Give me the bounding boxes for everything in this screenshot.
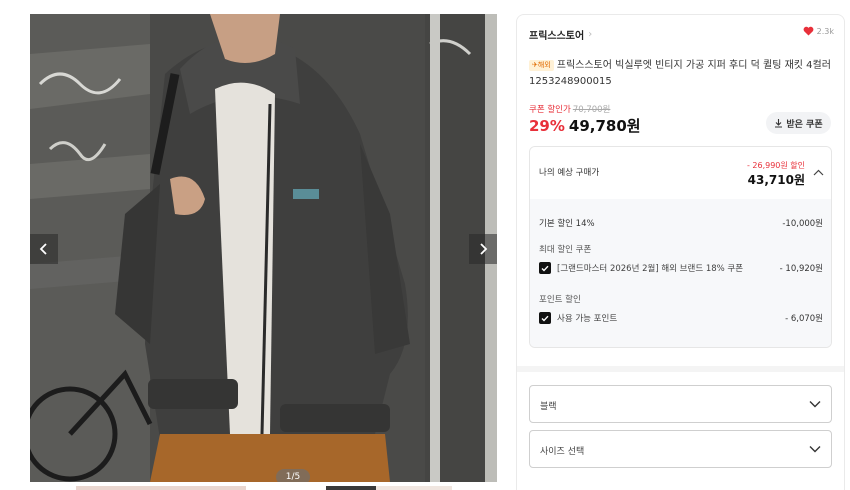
estimated-discount: - 26,990원 할인: [746, 161, 805, 170]
base-discount-label: 기본 할인 14%: [539, 219, 595, 229]
discount-percent: 29%: [529, 117, 565, 135]
download-icon: [775, 119, 783, 128]
product-image-gallery[interactable]: 1/5: [30, 14, 497, 482]
chevron-down-icon: [809, 401, 821, 408]
size-select-value: 사이즈 선택: [540, 447, 585, 457]
coupon-price-label: 쿠폰 할인가 70,700원: [529, 103, 610, 115]
chevron-left-icon: [39, 243, 47, 255]
estimated-price: 43,710원: [747, 173, 805, 187]
base-discount-row: 기본 할인 14% -10,000원: [539, 217, 823, 229]
color-select[interactable]: 블랙: [529, 385, 832, 423]
image-counter: 1/5: [276, 469, 310, 482]
point-section-label: 포인트 할인: [539, 295, 581, 305]
like-count: 2.3k: [816, 26, 834, 36]
overseas-badge: ✈해외: [529, 60, 554, 71]
point-row: 사용 가능 포인트 - 6,070원: [539, 311, 823, 325]
product-title-text: 프릭스스토어 빅실루엣 빈티지 가공 지퍼 후디 덕 퀼팅 재킷 4컬러 125…: [529, 60, 831, 87]
chevron-down-icon: [809, 446, 821, 453]
thumbnail[interactable]: [246, 486, 326, 490]
coupon-name: [그랜드마스터 2026년 2월] 해외 브랜드 18% 쿠폰: [557, 264, 744, 274]
section-divider: [517, 366, 844, 372]
coupon-amount: - 10,920원: [779, 264, 823, 274]
product-photo: [30, 14, 497, 482]
color-select-value: 블랙: [540, 402, 557, 412]
thumbnail[interactable]: [326, 486, 376, 490]
point-checkbox[interactable]: [539, 312, 551, 324]
coupon-checkbox[interactable]: [539, 262, 551, 274]
estimated-price-toggle[interactable]: 나의 예상 구매가 - 26,990원 할인 43,710원: [530, 147, 831, 199]
check-icon: [541, 265, 549, 272]
sale-price: 29% 49,780원: [529, 115, 641, 136]
chevron-right-icon: [480, 243, 488, 255]
product-info-panel: 프릭스스토어 › 2.3k ✈해외 프릭스스토어 빅실루엣 빈티지 가공 지퍼 후…: [516, 14, 845, 490]
sale-price-value: 49,780원: [568, 117, 641, 135]
chevron-up-icon: [813, 169, 824, 176]
store-link[interactable]: 프릭스스토어 › 2.3k: [529, 25, 834, 43]
discount-breakdown: 기본 할인 14% -10,000원 최대 할인 쿠폰 [그랜드마스터 2026…: [530, 199, 831, 347]
coupon-row: [그랜드마스터 2026년 2월] 해외 브랜드 18% 쿠폰 - 10,920…: [539, 261, 823, 275]
point-amount: - 6,070원: [785, 314, 823, 324]
coupon-price-caption: 쿠폰 할인가: [529, 105, 571, 115]
next-image-button[interactable]: [469, 234, 497, 264]
check-icon: [541, 315, 549, 322]
chevron-right-icon: ›: [588, 28, 593, 40]
heart-icon: [803, 26, 814, 36]
original-price: 70,700원: [572, 105, 611, 115]
store-name[interactable]: 프릭스스토어: [529, 27, 584, 42]
like-button[interactable]: 2.3k: [803, 26, 834, 36]
estimated-price-label: 나의 예상 구매가: [539, 168, 600, 178]
estimated-price-box: 나의 예상 구매가 - 26,990원 할인 43,710원 기본 할인 14%…: [529, 146, 832, 348]
prev-image-button[interactable]: [30, 234, 58, 264]
size-select[interactable]: 사이즈 선택: [529, 430, 832, 468]
point-name: 사용 가능 포인트: [557, 314, 618, 324]
received-coupon-label: 받은 쿠폰: [786, 119, 823, 130]
received-coupon-button[interactable]: 받은 쿠폰: [766, 112, 831, 134]
thumbnail[interactable]: [376, 486, 452, 490]
product-title: ✈해외 프릭스스토어 빅실루엣 빈티지 가공 지퍼 후디 덕 퀼팅 재킷 4컬러 …: [529, 58, 839, 90]
thumbnail-strip[interactable]: [76, 486, 452, 490]
coupon-section-label: 최대 할인 쿠폰: [539, 245, 592, 255]
base-discount-amount: -10,000원: [782, 219, 823, 229]
thumbnail[interactable]: [76, 486, 246, 490]
